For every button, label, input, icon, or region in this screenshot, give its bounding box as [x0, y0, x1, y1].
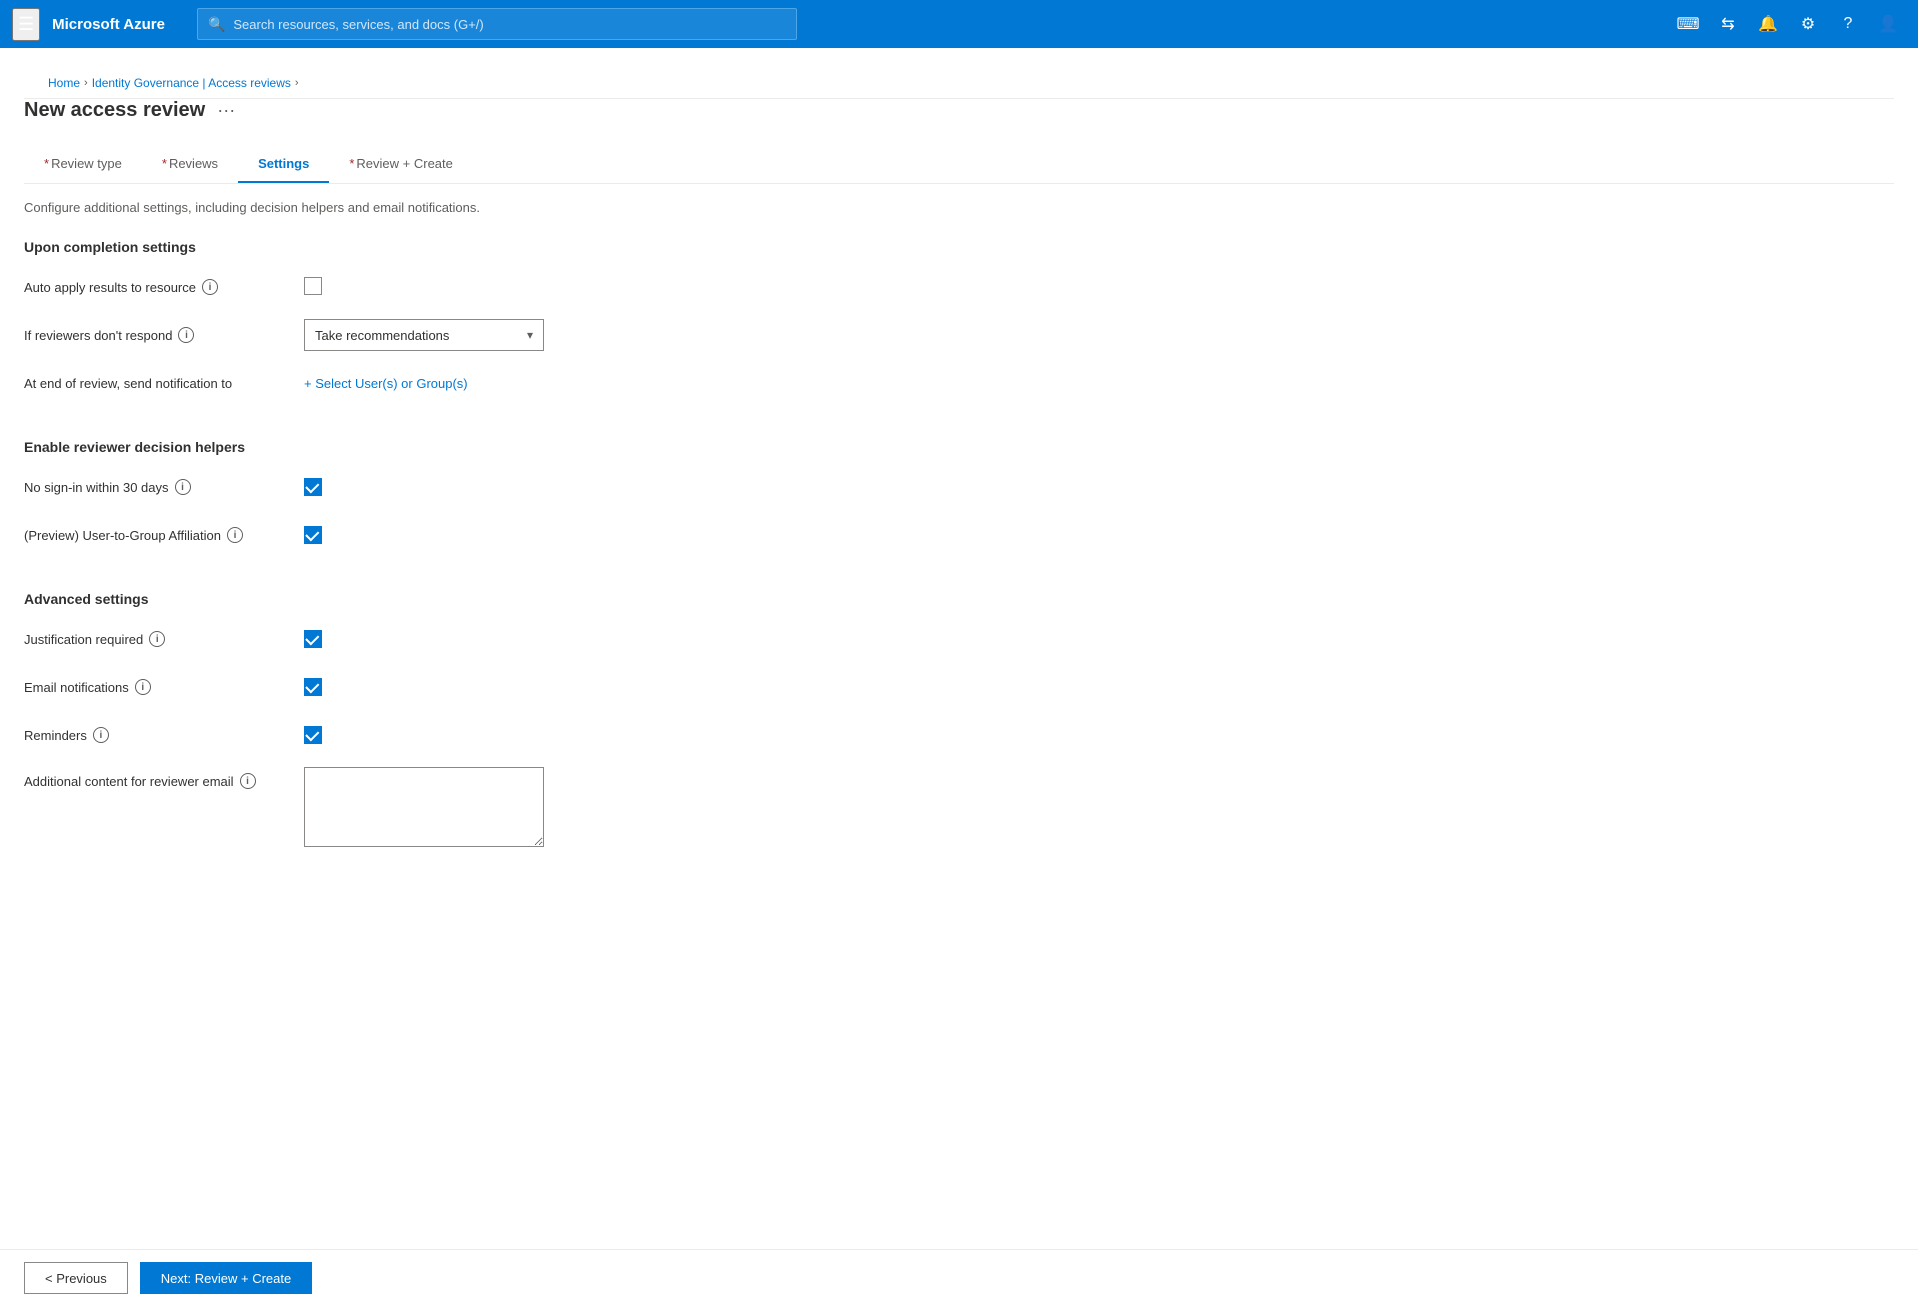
additional-content-textarea[interactable]: [304, 767, 544, 847]
auto-apply-checkbox[interactable]: [304, 277, 322, 295]
additional-content-control: [304, 767, 804, 850]
footer-bar: < Previous Next: Review + Create: [0, 1249, 1918, 1306]
hamburger-menu[interactable]: ☰: [12, 8, 40, 41]
breadcrumb-parent[interactable]: Identity Governance | Access reviews: [92, 76, 291, 90]
completion-header: Upon completion settings: [24, 239, 1894, 255]
additional-content-label: Additional content for reviewer email i: [24, 767, 304, 789]
reviewers-respond-label: If reviewers don't respond i: [24, 327, 304, 343]
main-content: Home › Identity Governance | Access revi…: [0, 48, 1918, 1306]
notification-control: + Select User(s) or Group(s): [304, 376, 804, 391]
account-icon[interactable]: 👤: [1870, 6, 1906, 42]
breadcrumb-sep2: ›: [295, 77, 299, 89]
breadcrumb-home[interactable]: Home: [48, 76, 80, 90]
email-notifications-info-icon: i: [135, 679, 151, 695]
reminders-row: Reminders i: [24, 719, 1894, 751]
tab-review-create[interactable]: *Review + Create: [329, 146, 473, 183]
app-title: Microsoft Azure: [52, 16, 165, 33]
user-group-checkbox[interactable]: [304, 526, 322, 544]
reviewers-respond-row: If reviewers don't respond i Take recomm…: [24, 319, 1894, 351]
notification-label: At end of review, send notification to: [24, 376, 304, 391]
search-input[interactable]: [233, 17, 786, 32]
no-signin-control: [304, 478, 804, 496]
tab-asterisk: *: [349, 156, 354, 171]
tab-description: Configure additional settings, including…: [24, 200, 1894, 215]
user-group-info-icon: i: [227, 527, 243, 543]
decision-helpers-header: Enable reviewer decision helpers: [24, 439, 1894, 455]
select-users-groups-link[interactable]: + Select User(s) or Group(s): [304, 376, 468, 391]
additional-content-info-icon: i: [240, 773, 256, 789]
notifications-icon[interactable]: 🔔: [1750, 6, 1786, 42]
user-group-label: (Preview) User-to-Group Affiliation i: [24, 527, 304, 543]
reminders-info-icon: i: [93, 727, 109, 743]
next-button[interactable]: Next: Review + Create: [140, 1262, 312, 1294]
auto-apply-control: [304, 277, 804, 298]
page-title: New access review: [24, 99, 205, 122]
tab-review-type[interactable]: *Review type: [24, 146, 142, 183]
email-notifications-checkbox[interactable]: [304, 678, 322, 696]
tab-settings[interactable]: Settings: [238, 146, 329, 183]
email-notifications-label: Email notifications i: [24, 679, 304, 695]
help-icon[interactable]: ?: [1830, 6, 1866, 42]
notification-row: At end of review, send notification to +…: [24, 367, 1894, 399]
auto-apply-row: Auto apply results to resource i: [24, 271, 1894, 303]
reminders-label: Reminders i: [24, 727, 304, 743]
reviewers-respond-dropdown[interactable]: Take recommendations ▾: [304, 319, 544, 351]
justification-checkbox[interactable]: [304, 630, 322, 648]
tab-asterisk: *: [162, 156, 167, 171]
user-group-row: (Preview) User-to-Group Affiliation i: [24, 519, 1894, 551]
justification-label: Justification required i: [24, 631, 304, 647]
more-options-icon[interactable]: ···: [217, 100, 235, 121]
user-group-control: [304, 526, 804, 544]
email-notifications-control: [304, 678, 804, 696]
reminders-control: [304, 726, 804, 744]
tab-reviews[interactable]: *Reviews: [142, 146, 238, 183]
advanced-header: Advanced settings: [24, 591, 1894, 607]
page-header: New access review ···: [24, 99, 1894, 122]
topbar-actions: ⌨ ⇆ 🔔 ⚙ ? 👤: [1670, 6, 1906, 42]
topbar: ☰ Microsoft Azure 🔍 ⌨ ⇆ 🔔 ⚙ ? 👤: [0, 0, 1918, 48]
cloud-shell-icon[interactable]: ⌨: [1670, 6, 1706, 42]
additional-content-row: Additional content for reviewer email i: [24, 767, 1894, 850]
auto-apply-label: Auto apply results to resource i: [24, 279, 304, 295]
breadcrumb: Home › Identity Governance | Access revi…: [24, 68, 1894, 99]
reviewers-respond-info-icon: i: [178, 327, 194, 343]
justification-control: [304, 630, 804, 648]
completion-section: Upon completion settings Auto apply resu…: [24, 239, 1894, 399]
search-bar[interactable]: 🔍: [197, 8, 797, 40]
settings-icon[interactable]: ⚙: [1790, 6, 1826, 42]
directory-icon[interactable]: ⇆: [1710, 6, 1746, 42]
advanced-section: Advanced settings Justification required…: [24, 591, 1894, 850]
justification-info-icon: i: [149, 631, 165, 647]
no-signin-info-icon: i: [175, 479, 191, 495]
previous-button[interactable]: < Previous: [24, 1262, 128, 1294]
email-notifications-row: Email notifications i: [24, 671, 1894, 703]
reminders-checkbox[interactable]: [304, 726, 322, 744]
wizard-tabs: *Review type *Reviews Settings *Review +…: [24, 146, 1894, 184]
auto-apply-info-icon: i: [202, 279, 218, 295]
no-signin-row: No sign-in within 30 days i: [24, 471, 1894, 503]
dropdown-arrow-icon: ▾: [527, 328, 533, 342]
tab-asterisk: *: [44, 156, 49, 171]
no-signin-checkbox[interactable]: [304, 478, 322, 496]
search-icon: 🔍: [208, 16, 225, 33]
breadcrumb-sep1: ›: [84, 77, 88, 89]
justification-row: Justification required i: [24, 623, 1894, 655]
decision-helpers-section: Enable reviewer decision helpers No sign…: [24, 439, 1894, 551]
reviewers-respond-control: Take recommendations ▾: [304, 319, 804, 351]
no-signin-label: No sign-in within 30 days i: [24, 479, 304, 495]
